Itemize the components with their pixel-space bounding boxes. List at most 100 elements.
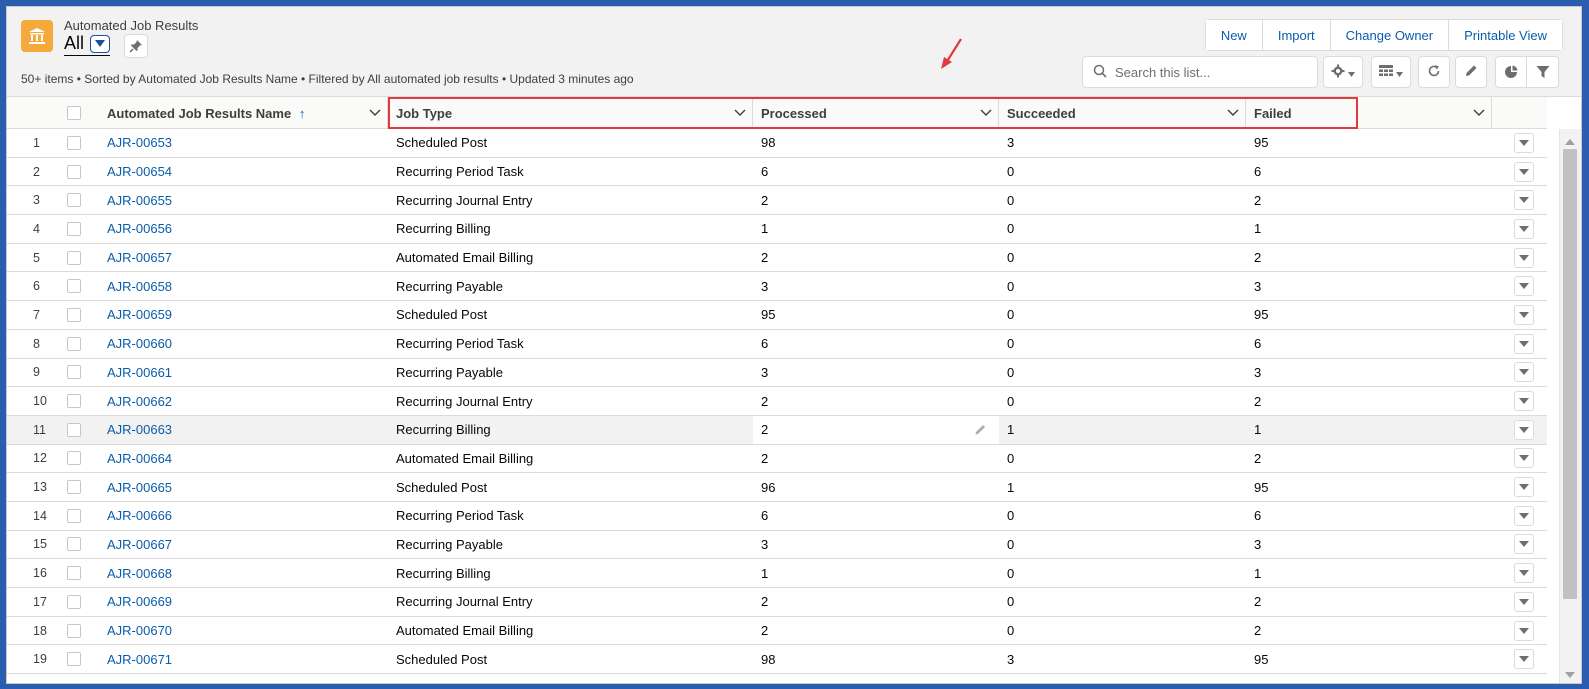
row-actions-menu-button[interactable] bbox=[1514, 132, 1534, 153]
row-select-checkbox[interactable] bbox=[67, 307, 81, 322]
table-row[interactable]: 15 AJR-00667 Recurring Payable 3 0 3 bbox=[7, 531, 1547, 560]
row-select-checkbox[interactable] bbox=[67, 279, 81, 294]
row-actions-menu-button[interactable] bbox=[1514, 649, 1534, 670]
record-name-link[interactable]: AJR-00669 bbox=[107, 594, 172, 609]
row-select-checkbox[interactable] bbox=[67, 250, 81, 265]
row-select-checkbox[interactable] bbox=[67, 594, 81, 609]
table-row[interactable]: 9 AJR-00661 Recurring Payable 3 0 3 bbox=[7, 359, 1547, 388]
row-select-checkbox[interactable] bbox=[67, 480, 81, 495]
row-select-checkbox[interactable] bbox=[67, 508, 81, 523]
table-row[interactable]: 4 AJR-00656 Recurring Billing 1 0 1 bbox=[7, 215, 1547, 244]
display-as-button[interactable] bbox=[1371, 56, 1411, 88]
row-select-checkbox[interactable] bbox=[67, 422, 81, 437]
column-header-job-type[interactable]: Job Type bbox=[388, 97, 753, 129]
row-select-checkbox[interactable] bbox=[67, 394, 81, 409]
chart-icon[interactable] bbox=[1496, 57, 1527, 87]
filter-icon[interactable] bbox=[1527, 57, 1558, 87]
list-view-selector[interactable]: All bbox=[64, 33, 111, 56]
row-actions-menu-button[interactable] bbox=[1514, 333, 1534, 354]
record-name-link[interactable]: AJR-00658 bbox=[107, 279, 172, 294]
table-row[interactable]: 11 AJR-00663 Recurring Billing 2 1 1 bbox=[7, 415, 1547, 445]
select-all-checkbox[interactable] bbox=[67, 106, 81, 120]
table-row[interactable]: 7 AJR-00659 Scheduled Post 95 0 95 bbox=[7, 301, 1547, 330]
record-name-link[interactable]: AJR-00654 bbox=[107, 164, 172, 179]
pencil-icon[interactable] bbox=[974, 423, 987, 439]
record-name-link[interactable]: AJR-00653 bbox=[107, 135, 172, 150]
column-header-processed[interactable]: Processed bbox=[753, 97, 999, 129]
table-row[interactable]: 14 AJR-00666 Recurring Period Task 6 0 6 bbox=[7, 502, 1547, 531]
record-name-link[interactable]: AJR-00667 bbox=[107, 537, 172, 552]
column-header-failed[interactable]: Failed bbox=[1246, 97, 1492, 129]
row-select-checkbox[interactable] bbox=[67, 365, 81, 380]
row-actions-menu-button[interactable] bbox=[1514, 304, 1534, 325]
row-actions-menu-button[interactable] bbox=[1514, 419, 1534, 440]
row-actions-menu-button[interactable] bbox=[1514, 448, 1534, 469]
row-select-checkbox[interactable] bbox=[67, 221, 81, 236]
row-actions-menu-button[interactable] bbox=[1514, 620, 1534, 641]
table-row[interactable]: 3 AJR-00655 Recurring Journal Entry 2 0 2 bbox=[7, 186, 1547, 216]
row-actions-menu-button[interactable] bbox=[1514, 190, 1534, 211]
refresh-button[interactable] bbox=[1418, 56, 1450, 88]
record-name-link[interactable]: AJR-00656 bbox=[107, 221, 172, 236]
column-header-succeeded[interactable]: Succeeded bbox=[999, 97, 1246, 129]
record-name-link[interactable]: AJR-00670 bbox=[107, 623, 172, 638]
table-row[interactable]: 17 AJR-00669 Recurring Journal Entry 2 0 2 bbox=[7, 588, 1547, 617]
row-actions-menu-button[interactable] bbox=[1514, 161, 1534, 182]
row-actions-menu-button[interactable] bbox=[1514, 391, 1534, 412]
table-row[interactable]: 16 AJR-00668 Recurring Billing 1 0 1 bbox=[7, 559, 1547, 588]
row-select-checkbox[interactable] bbox=[67, 164, 81, 179]
row-select-checkbox[interactable] bbox=[67, 566, 81, 581]
record-name-link[interactable]: AJR-00659 bbox=[107, 307, 172, 322]
row-actions-menu-button[interactable] bbox=[1514, 534, 1534, 555]
chevron-down-icon[interactable] bbox=[1221, 109, 1245, 117]
record-name-link[interactable]: AJR-00668 bbox=[107, 566, 172, 581]
chevron-down-icon[interactable] bbox=[728, 109, 752, 117]
record-name-link[interactable]: AJR-00671 bbox=[107, 652, 172, 667]
record-name-link[interactable]: AJR-00661 bbox=[107, 365, 172, 380]
vertical-scrollbar[interactable] bbox=[1559, 129, 1581, 683]
record-name-link[interactable]: AJR-00657 bbox=[107, 250, 172, 265]
settings-menu-button[interactable] bbox=[1323, 56, 1363, 88]
table-row[interactable]: 1 AJR-00653 Scheduled Post 98 3 95 bbox=[7, 129, 1547, 158]
scroll-down-icon[interactable] bbox=[1565, 666, 1575, 681]
printable-view-button[interactable]: Printable View bbox=[1449, 20, 1562, 50]
change-owner-button[interactable]: Change Owner bbox=[1330, 20, 1450, 50]
row-actions-menu-button[interactable] bbox=[1514, 563, 1534, 584]
table-row[interactable]: 6 AJR-00658 Recurring Payable 3 0 3 bbox=[7, 272, 1547, 302]
table-row[interactable]: 13 AJR-00665 Scheduled Post 96 1 95 bbox=[7, 473, 1547, 502]
row-select-checkbox[interactable] bbox=[67, 652, 81, 667]
record-name-link[interactable]: AJR-00660 bbox=[107, 336, 172, 351]
row-actions-menu-button[interactable] bbox=[1514, 591, 1534, 612]
chevron-down-icon[interactable] bbox=[974, 109, 998, 117]
table-row[interactable]: 10 AJR-00662 Recurring Journal Entry 2 0 2 bbox=[7, 387, 1547, 416]
row-actions-menu-button[interactable] bbox=[1514, 247, 1534, 268]
edit-list-button[interactable] bbox=[1455, 56, 1487, 88]
chevron-down-icon[interactable] bbox=[363, 109, 387, 117]
record-name-link[interactable]: AJR-00664 bbox=[107, 451, 172, 466]
row-actions-menu-button[interactable] bbox=[1514, 477, 1534, 498]
table-row[interactable]: 19 AJR-00671 Scheduled Post 98 3 95 bbox=[7, 645, 1547, 675]
search-input[interactable] bbox=[1115, 64, 1305, 80]
row-select-checkbox[interactable] bbox=[67, 135, 81, 150]
select-all-header[interactable] bbox=[65, 97, 99, 129]
row-select-checkbox[interactable] bbox=[67, 193, 81, 208]
row-actions-menu-button[interactable] bbox=[1514, 218, 1534, 239]
table-row[interactable]: 8 AJR-00660 Recurring Period Task 6 0 6 bbox=[7, 330, 1547, 359]
record-name-link[interactable]: AJR-00662 bbox=[107, 394, 172, 409]
record-name-link[interactable]: AJR-00663 bbox=[107, 422, 172, 437]
search-box[interactable] bbox=[1082, 56, 1318, 88]
chevron-down-icon[interactable] bbox=[1467, 109, 1491, 117]
chevron-down-icon[interactable] bbox=[90, 34, 111, 53]
record-name-link[interactable]: AJR-00655 bbox=[107, 193, 172, 208]
import-button[interactable]: Import bbox=[1262, 20, 1331, 50]
table-row[interactable]: 18 AJR-00670 Automated Email Billing 2 0 2 bbox=[7, 617, 1547, 646]
scroll-up-icon[interactable] bbox=[1565, 133, 1575, 148]
scrollbar-thumb[interactable] bbox=[1563, 149, 1577, 599]
row-select-checkbox[interactable] bbox=[67, 623, 81, 638]
record-name-link[interactable]: AJR-00665 bbox=[107, 480, 172, 495]
table-row[interactable]: 5 AJR-00657 Automated Email Billing 2 0 2 bbox=[7, 244, 1547, 273]
row-actions-menu-button[interactable] bbox=[1514, 276, 1534, 297]
column-header-name[interactable]: Automated Job Results Name ↑ bbox=[99, 97, 388, 129]
row-actions-menu-button[interactable] bbox=[1514, 505, 1534, 526]
table-row[interactable]: 12 AJR-00664 Automated Email Billing 2 0 2 bbox=[7, 445, 1547, 474]
